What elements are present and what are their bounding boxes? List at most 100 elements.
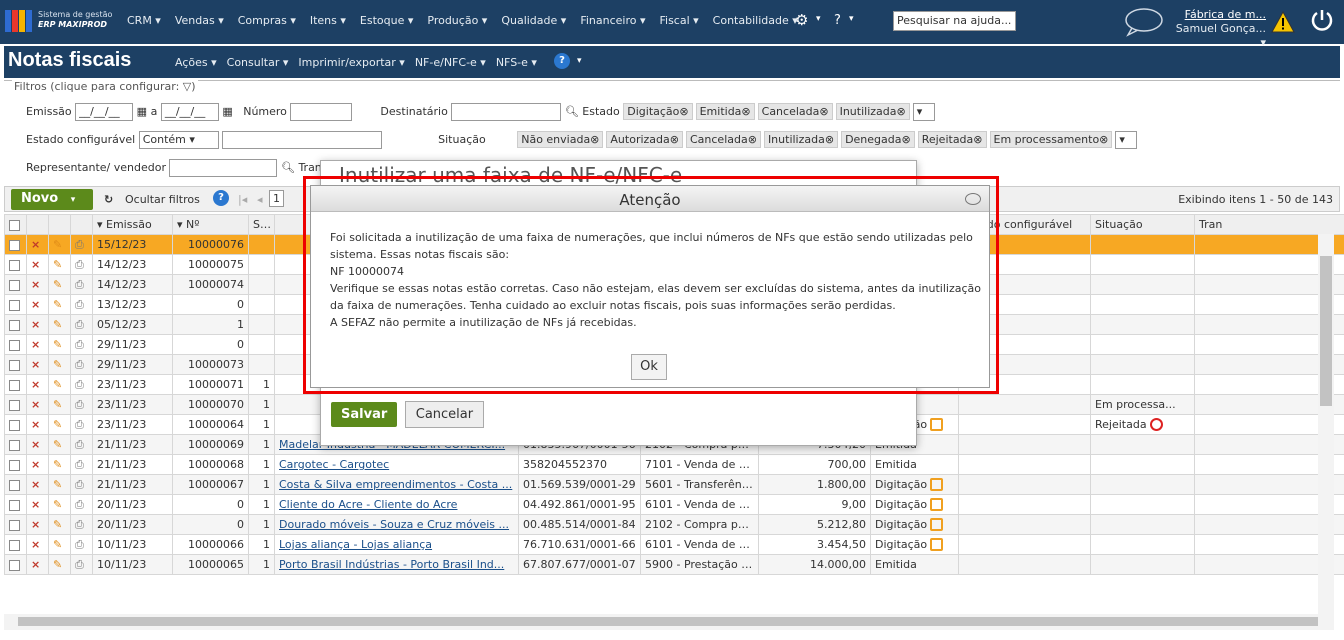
print-icon[interactable]: ⎙ bbox=[70, 494, 93, 515]
edit-icon[interactable]: ✎ bbox=[48, 374, 71, 395]
row-checkbox[interactable] bbox=[4, 314, 27, 335]
ocultar-filtros-button[interactable]: Ocultar filtros bbox=[125, 193, 200, 206]
row-checkbox[interactable] bbox=[4, 474, 27, 495]
destinatario-input[interactable] bbox=[451, 103, 562, 121]
delete-icon[interactable]: × bbox=[26, 334, 49, 355]
edit-state-icon[interactable] bbox=[930, 498, 944, 512]
scroll-thumb[interactable] bbox=[1320, 256, 1332, 406]
edit-icon[interactable]: ✎ bbox=[48, 414, 71, 435]
edit-icon[interactable]: ✎ bbox=[48, 234, 71, 255]
reset-icon[interactable]: ↻ bbox=[104, 193, 113, 206]
save-button[interactable]: Salvar bbox=[331, 402, 398, 427]
edit-icon[interactable]: ✎ bbox=[48, 314, 71, 335]
row-checkbox[interactable] bbox=[4, 514, 27, 535]
print-icon[interactable]: ⎙ bbox=[70, 454, 93, 475]
header-numero[interactable]: ▾ Nº bbox=[172, 214, 249, 235]
header-situacao[interactable]: Situação bbox=[1090, 214, 1195, 235]
filters-legend-text[interactable]: Filtros (clique para configurar: bbox=[14, 80, 179, 93]
menu-item[interactable]: CRM ▾ bbox=[127, 14, 161, 27]
company-name[interactable]: Fábrica de m... bbox=[1185, 8, 1266, 21]
help-icon[interactable]: ? bbox=[834, 13, 841, 28]
print-icon[interactable]: ⎙ bbox=[70, 354, 93, 375]
edit-icon[interactable]: ✎ bbox=[48, 394, 71, 415]
destinatario-cell[interactable]: Porto Brasil Indústrias - Porto Brasil I… bbox=[274, 554, 519, 575]
page-menu-item[interactable]: Imprimir/exportar ▾ bbox=[298, 56, 404, 69]
search-icon[interactable]: 🔍︎ bbox=[565, 105, 579, 118]
edit-icon[interactable]: ✎ bbox=[48, 554, 71, 575]
menu-item[interactable]: Fiscal ▾ bbox=[659, 14, 698, 27]
estado-tag[interactable]: Cancelada⊗ bbox=[757, 103, 833, 120]
row-checkbox[interactable] bbox=[4, 294, 27, 315]
print-icon[interactable]: ⎙ bbox=[70, 254, 93, 275]
delete-icon[interactable]: × bbox=[26, 314, 49, 335]
row-checkbox[interactable] bbox=[4, 254, 27, 275]
delete-icon[interactable]: × bbox=[26, 274, 49, 295]
chevron-down-icon[interactable]: ▾ bbox=[577, 56, 582, 66]
menu-item[interactable]: Itens ▾ bbox=[310, 14, 346, 27]
row-checkbox[interactable] bbox=[4, 234, 27, 255]
emissao-end-input[interactable]: __/__/__ bbox=[160, 103, 219, 121]
print-icon[interactable]: ⎙ bbox=[70, 314, 93, 335]
row-checkbox[interactable] bbox=[4, 414, 27, 435]
row-checkbox[interactable] bbox=[4, 354, 27, 375]
edit-icon[interactable]: ✎ bbox=[48, 514, 71, 535]
row-checkbox[interactable] bbox=[4, 374, 27, 395]
table-row[interactable]: × ✎ ⎙ 21/11/23 10000067 1 Costa & Silva empree… bbox=[4, 474, 1344, 495]
user-name[interactable]: Samuel Gonça... ▾ bbox=[1176, 22, 1266, 49]
print-icon[interactable]: ⎙ bbox=[70, 274, 93, 295]
situacao-tag[interactable]: Autorizada⊗ bbox=[606, 131, 683, 148]
calendar-icon[interactable]: ▦ bbox=[222, 105, 232, 118]
edit-icon[interactable]: ✎ bbox=[48, 254, 71, 275]
header-serie[interactable]: Séri bbox=[248, 214, 275, 235]
destinatario-link[interactable]: Cliente do Acre - Cliente do Acre bbox=[279, 498, 457, 511]
delete-icon[interactable]: × bbox=[26, 234, 49, 255]
print-icon[interactable]: ⎙ bbox=[70, 434, 93, 455]
page-number[interactable]: 1 bbox=[269, 190, 284, 207]
delete-icon[interactable]: × bbox=[26, 434, 49, 455]
page-menu-item[interactable]: NF-e/NFC-e ▾ bbox=[415, 56, 486, 69]
chevron-down-icon[interactable]: ▾ bbox=[71, 195, 76, 205]
print-icon[interactable]: ⎙ bbox=[70, 374, 93, 395]
delete-icon[interactable]: × bbox=[26, 474, 49, 495]
table-row[interactable]: × ✎ ⎙ 10/11/23 10000065 1 Porto Brasil Indústr… bbox=[4, 554, 1344, 575]
destinatario-cell[interactable]: Dourado móveis - Souza e Cruz móveis ... bbox=[274, 514, 519, 535]
header-emissao[interactable]: ▾ Emissão bbox=[92, 214, 173, 235]
delete-icon[interactable]: × bbox=[26, 254, 49, 275]
edit-state-icon[interactable] bbox=[930, 478, 944, 492]
delete-icon[interactable]: × bbox=[26, 454, 49, 475]
edit-icon[interactable]: ✎ bbox=[48, 454, 71, 475]
edit-icon[interactable]: ✎ bbox=[48, 334, 71, 355]
edit-icon[interactable]: ✎ bbox=[48, 274, 71, 295]
edit-state-icon[interactable] bbox=[930, 518, 944, 532]
row-checkbox[interactable] bbox=[4, 274, 27, 295]
numero-input[interactable] bbox=[290, 103, 353, 121]
novo-button[interactable]: Novo ▾ bbox=[11, 189, 93, 210]
filter-icon[interactable]: ▽ bbox=[183, 80, 191, 93]
ok-button[interactable]: Ok bbox=[631, 354, 667, 380]
print-icon[interactable]: ⎙ bbox=[70, 234, 93, 255]
print-icon[interactable]: ⎙ bbox=[70, 394, 93, 415]
row-checkbox[interactable] bbox=[4, 554, 27, 575]
destinatario-link[interactable]: Lojas aliança - Lojas aliança bbox=[279, 538, 432, 551]
delete-icon[interactable]: × bbox=[26, 414, 49, 435]
destinatario-link[interactable]: Porto Brasil Indústrias - Porto Brasil I… bbox=[279, 558, 504, 571]
situacao-tag[interactable]: Em processamento⊗ bbox=[989, 131, 1113, 148]
delete-icon[interactable]: × bbox=[26, 374, 49, 395]
chat-icon[interactable] bbox=[965, 193, 981, 205]
destinatario-cell[interactable]: Costa & Silva empreendimentos - Costa ..… bbox=[274, 474, 519, 495]
menu-item[interactable]: Qualidade ▾ bbox=[501, 14, 566, 27]
filters-legend[interactable]: Filtros (clique para configurar: ▽) bbox=[12, 80, 198, 93]
search-icon[interactable]: 🔍︎ bbox=[281, 161, 295, 174]
delete-icon[interactable]: × bbox=[26, 534, 49, 555]
chevron-down-icon[interactable]: ▾ bbox=[849, 14, 854, 24]
estado-tag[interactable]: Digitação⊗ bbox=[623, 103, 693, 120]
vertical-scrollbar[interactable] bbox=[1318, 234, 1334, 620]
destinatario-cell[interactable]: Lojas aliança - Lojas aliança bbox=[274, 534, 519, 555]
delete-icon[interactable]: × bbox=[26, 514, 49, 535]
destinatario-link[interactable]: Cargotec - Cargotec bbox=[279, 458, 389, 471]
delete-icon[interactable]: × bbox=[26, 494, 49, 515]
edit-icon[interactable]: ✎ bbox=[48, 534, 71, 555]
row-checkbox[interactable] bbox=[4, 394, 27, 415]
help-icon[interactable]: ? bbox=[213, 190, 229, 206]
estado-config-input[interactable] bbox=[222, 131, 383, 149]
